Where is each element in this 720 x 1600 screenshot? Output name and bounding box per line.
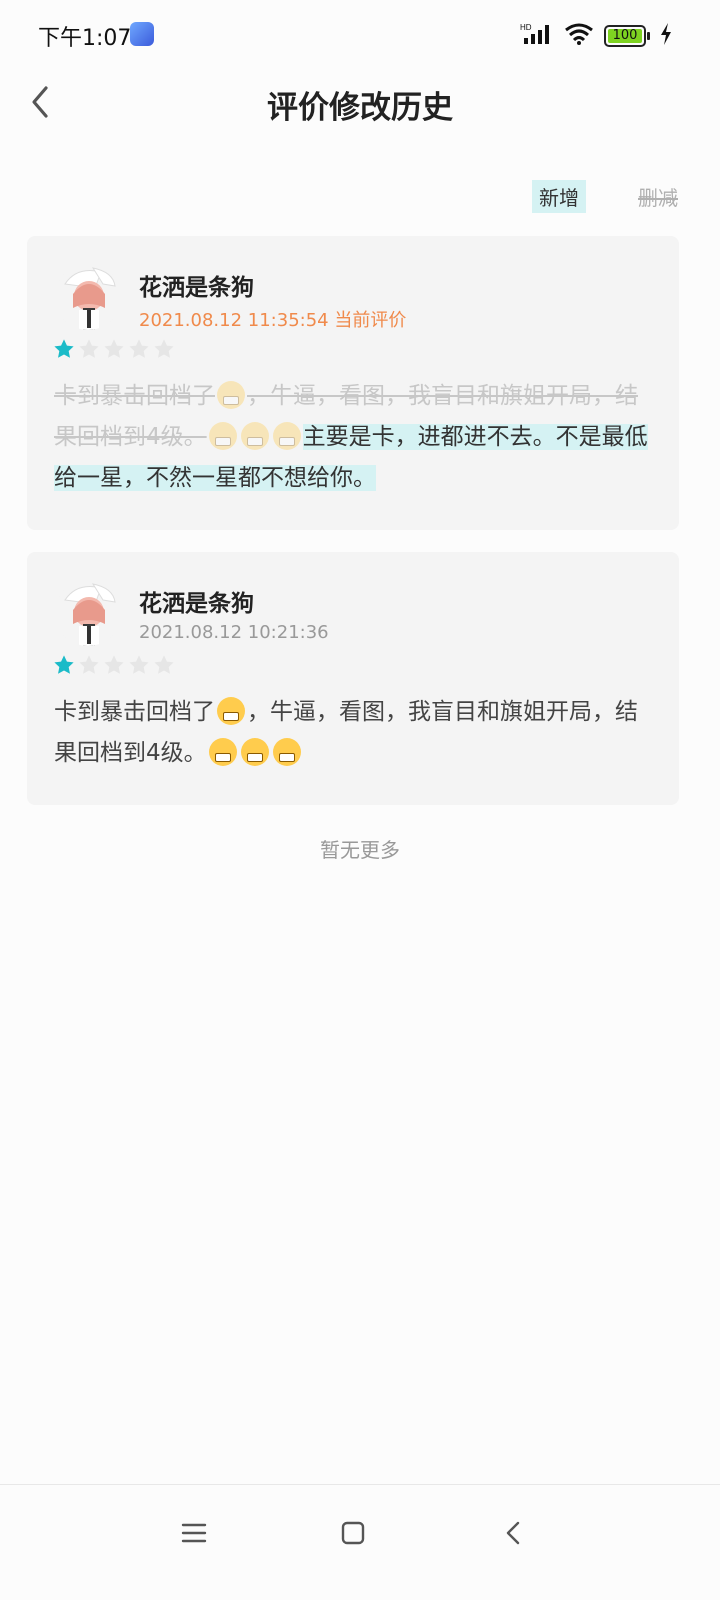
- avatar[interactable]: [55, 580, 121, 646]
- grinning-face-icon: [217, 697, 245, 725]
- star-icon: [79, 655, 99, 674]
- current-review-label: 当前评价: [334, 310, 407, 331]
- star-icon: [104, 339, 124, 358]
- charging-icon: [660, 23, 672, 49]
- grinning-face-icon: [272, 422, 301, 450]
- review-datetime: 2021.08.12 10:21:36: [139, 622, 329, 643]
- rating-stars: [53, 654, 175, 676]
- nav-home-button[interactable]: [333, 1513, 373, 1553]
- wifi-icon: [564, 22, 594, 50]
- review-text: 卡到暴击回档了 ，牛逼，看图，我盲目和旗姐开局，结果回档到4级。: [54, 692, 654, 774]
- svg-text:HD: HD: [520, 23, 532, 32]
- review-text-part: 卡到暴击回档了: [54, 699, 215, 725]
- status-time: 下午1:07: [38, 26, 132, 51]
- nav-back-button[interactable]: [494, 1513, 534, 1553]
- status-bar: 下午1:07 HD 100: [0, 0, 720, 70]
- grinning-face-icon: [208, 422, 237, 450]
- diff-legend: 新增 删减: [532, 180, 678, 213]
- no-more-label: 暂无更多: [320, 838, 400, 862]
- system-nav-bar: [0, 1484, 720, 1600]
- page-title: 评价修改历史: [267, 90, 453, 126]
- star-icon: [129, 655, 149, 674]
- legend-deleted: 删减: [638, 186, 678, 210]
- signal-icon: HD: [520, 22, 554, 50]
- review-meta: 2021.08.12 11:35:54 当前评价: [139, 306, 406, 332]
- username: 花洒是条狗: [139, 275, 254, 301]
- username: 花洒是条狗: [139, 591, 254, 617]
- back-triangle-icon: [506, 1521, 520, 1545]
- avatar[interactable]: [55, 264, 121, 330]
- nav-menu-button[interactable]: [174, 1513, 214, 1553]
- star-icon: [154, 339, 174, 358]
- review-diff-text: 卡到暴击回档了 ，牛逼，看图，我盲目和旗姐开局，结果回档到4级。 主要是卡，进都进不…: [54, 376, 654, 499]
- status-icons: HD 100: [520, 22, 672, 50]
- grinning-face-icon: [217, 381, 245, 409]
- star-icon: [54, 655, 74, 674]
- grinning-face-icon: [240, 738, 269, 766]
- home-square-icon: [341, 1521, 365, 1545]
- star-icon: [104, 655, 124, 674]
- deleted-text: 卡到暴击回档了: [54, 383, 215, 409]
- star-icon: [154, 655, 174, 674]
- grinning-face-icon: [240, 422, 269, 450]
- review-card-current: 花洒是条狗 2021.08.12 11:35:54 当前评价 卡到暴击回档了 ，牛…: [27, 236, 679, 530]
- menu-icon: [181, 1523, 207, 1543]
- header: 评价修改历史: [0, 70, 720, 140]
- star-icon: [129, 339, 149, 358]
- review-card-previous: 花洒是条狗 2021.08.12 10:21:36 卡到暴击回档了 ，牛逼，看图，…: [27, 552, 679, 805]
- legend-added: 新增: [532, 180, 586, 213]
- rating-stars: [53, 338, 175, 360]
- battery-level: 100: [612, 28, 638, 43]
- battery-indicator: 100: [604, 25, 650, 47]
- star-icon: [79, 339, 99, 358]
- grinning-face-icon: [272, 738, 301, 766]
- star-icon: [54, 339, 74, 358]
- grinning-face-icon: [208, 738, 237, 766]
- app-notification-icon: [130, 22, 154, 46]
- review-datetime: 2021.08.12 11:35:54: [139, 310, 329, 331]
